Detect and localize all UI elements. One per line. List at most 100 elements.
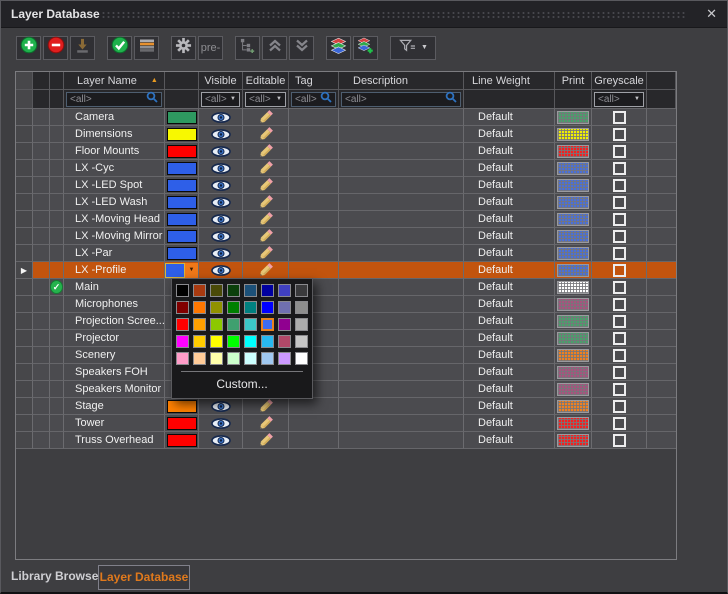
- greyscale-checkbox[interactable]: [613, 247, 626, 260]
- tag-cell[interactable]: [289, 398, 339, 415]
- header-layer-name[interactable]: Layer Name ▲: [64, 72, 165, 89]
- row-active-cell[interactable]: [50, 177, 64, 194]
- layer-name-cell[interactable]: Main: [64, 279, 165, 296]
- header-editable[interactable]: Editable: [243, 72, 289, 89]
- layer-color-cell[interactable]: [165, 194, 199, 211]
- greyscale-checkbox[interactable]: [613, 434, 626, 447]
- greyscale-checkbox[interactable]: [613, 315, 626, 328]
- tag-cell[interactable]: [289, 143, 339, 160]
- palette-color-swatch[interactable]: [227, 352, 240, 365]
- description-cell[interactable]: [339, 228, 464, 245]
- palette-color-swatch[interactable]: [227, 301, 240, 314]
- tag-cell[interactable]: [289, 415, 339, 432]
- tag-cell[interactable]: [289, 160, 339, 177]
- description-cell[interactable]: [339, 313, 464, 330]
- greyscale-checkbox[interactable]: [613, 213, 626, 226]
- line-weight-cell[interactable]: Default: [464, 126, 555, 143]
- row-status-cell[interactable]: [33, 245, 50, 262]
- row-status-cell[interactable]: [33, 143, 50, 160]
- description-cell[interactable]: [339, 296, 464, 313]
- tag-cell[interactable]: [289, 126, 339, 143]
- visible-cell[interactable]: [199, 143, 243, 160]
- layer-color-swatch[interactable]: [167, 417, 197, 430]
- layer-name-cell[interactable]: LX -Cyc: [64, 160, 165, 177]
- greyscale-checkbox[interactable]: [613, 196, 626, 209]
- palette-color-swatch[interactable]: [261, 301, 274, 314]
- palette-color-swatch[interactable]: [278, 335, 291, 348]
- line-weight-cell[interactable]: Default: [464, 330, 555, 347]
- palette-color-swatch[interactable]: [193, 284, 206, 297]
- layer-color-swatch[interactable]: [167, 179, 197, 192]
- palette-color-swatch[interactable]: [210, 284, 223, 297]
- layer-list-button[interactable]: [134, 36, 159, 60]
- layer-color-swatch[interactable]: [167, 196, 197, 209]
- row-active-cell[interactable]: [50, 364, 64, 381]
- line-weight-cell[interactable]: Default: [464, 398, 555, 415]
- print-cell[interactable]: [555, 364, 592, 381]
- layer-name-cell[interactable]: Speakers Monitor: [64, 381, 165, 398]
- layer-color-cell[interactable]: [165, 398, 199, 415]
- greyscale-cell[interactable]: [592, 245, 647, 262]
- greyscale-checkbox[interactable]: [613, 366, 626, 379]
- greyscale-cell[interactable]: [592, 381, 647, 398]
- line-weight-cell[interactable]: Default: [464, 143, 555, 160]
- print-cell[interactable]: [555, 330, 592, 347]
- palette-color-swatch[interactable]: [261, 284, 274, 297]
- palette-color-swatch[interactable]: [244, 335, 257, 348]
- table-row[interactable]: ▶LX -Profile▼Default: [16, 262, 676, 279]
- table-row[interactable]: StageDefault: [16, 398, 676, 415]
- line-weight-cell[interactable]: Default: [464, 364, 555, 381]
- print-cell[interactable]: [555, 313, 592, 330]
- layer-stack-add-button[interactable]: [353, 36, 378, 60]
- palette-color-swatch[interactable]: [244, 301, 257, 314]
- palette-color-swatch[interactable]: [176, 284, 189, 297]
- visible-filter-dropdown[interactable]: <all> ▼: [201, 92, 240, 107]
- editable-cell[interactable]: [243, 126, 289, 143]
- description-cell[interactable]: [339, 415, 464, 432]
- description-cell[interactable]: [339, 211, 464, 228]
- editable-cell[interactable]: [243, 432, 289, 449]
- greyscale-cell[interactable]: [592, 177, 647, 194]
- table-row[interactable]: Projection Scree...Default: [16, 313, 676, 330]
- print-cell[interactable]: [555, 296, 592, 313]
- palette-color-swatch[interactable]: [261, 335, 274, 348]
- tab-library-browser[interactable]: Library Browser: [11, 569, 103, 583]
- layer-color-cell[interactable]: [165, 126, 199, 143]
- palette-color-swatch[interactable]: [244, 284, 257, 297]
- editable-cell[interactable]: [243, 415, 289, 432]
- visible-cell[interactable]: [199, 228, 243, 245]
- table-row[interactable]: LX -ParDefault: [16, 245, 676, 262]
- greyscale-cell[interactable]: [592, 313, 647, 330]
- line-weight-cell[interactable]: Default: [464, 347, 555, 364]
- tag-cell[interactable]: [289, 194, 339, 211]
- palette-color-swatch[interactable]: [227, 284, 240, 297]
- header-line-weight[interactable]: Line Weight: [464, 72, 555, 89]
- row-status-cell[interactable]: [33, 211, 50, 228]
- greyscale-checkbox[interactable]: [613, 230, 626, 243]
- header-color[interactable]: [165, 72, 199, 89]
- editable-cell[interactable]: [243, 262, 289, 279]
- header-print[interactable]: Print: [555, 72, 592, 89]
- tag-cell[interactable]: [289, 432, 339, 449]
- row-active-cell[interactable]: [50, 109, 64, 126]
- table-row[interactable]: LX -CycDefault: [16, 160, 676, 177]
- prefix-button[interactable]: pre-: [198, 36, 223, 60]
- greyscale-checkbox[interactable]: [613, 417, 626, 430]
- visible-cell[interactable]: [199, 415, 243, 432]
- row-active-cell[interactable]: [50, 330, 64, 347]
- row-status-cell[interactable]: [33, 313, 50, 330]
- layer-color-cell[interactable]: [165, 245, 199, 262]
- print-cell[interactable]: [555, 126, 592, 143]
- table-row[interactable]: MicrophonesDefault: [16, 296, 676, 313]
- table-row[interactable]: LX -LED WashDefault: [16, 194, 676, 211]
- print-cell[interactable]: [555, 432, 592, 449]
- row-active-cell[interactable]: [50, 143, 64, 160]
- row-active-cell[interactable]: [50, 415, 64, 432]
- print-cell[interactable]: [555, 143, 592, 160]
- palette-color-swatch[interactable]: [176, 335, 189, 348]
- table-row[interactable]: Floor MountsDefault: [16, 143, 676, 160]
- palette-color-swatch[interactable]: [295, 352, 308, 365]
- greyscale-checkbox[interactable]: [613, 400, 626, 413]
- layer-name-cell[interactable]: Camera: [64, 109, 165, 126]
- layer-name-cell[interactable]: Dimensions: [64, 126, 165, 143]
